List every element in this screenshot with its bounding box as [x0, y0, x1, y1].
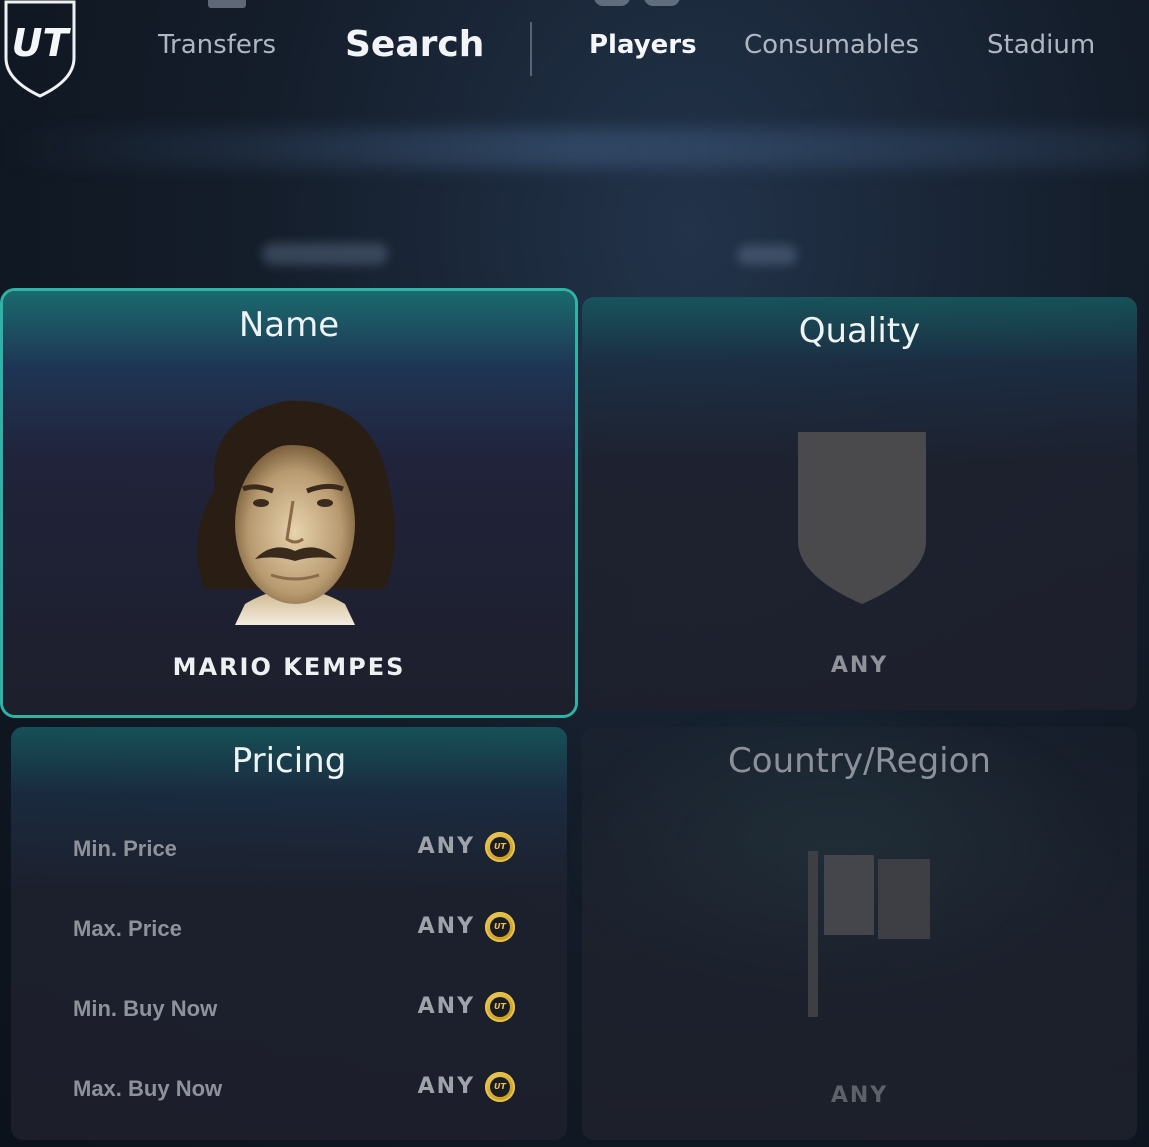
nav-divider	[530, 22, 532, 76]
coin-logo: UT	[490, 1077, 510, 1097]
tab-consumables[interactable]: Consumables	[744, 30, 919, 60]
ut-logo-icon: UT	[4, 0, 76, 98]
pricing-filter-card[interactable]: Pricing Min. Price ANY UT Max. Price ANY…	[11, 727, 567, 1140]
nav-search[interactable]: Search	[345, 24, 484, 65]
background-blur	[737, 245, 797, 265]
coin-logo: UT	[490, 837, 510, 857]
name-filter-card[interactable]: Name MARIO KEMPES	[3, 291, 575, 715]
background-blur	[262, 243, 388, 265]
player-portrait-image	[197, 400, 395, 625]
nav-hint-icon	[208, 0, 246, 8]
max-buy-now-label: Max. Buy Now	[73, 1076, 223, 1101]
max-price-label: Max. Price	[73, 916, 182, 941]
background-band	[0, 128, 1149, 168]
min-price-row[interactable]: Min. Price ANY UT	[11, 830, 567, 870]
min-price-value: ANY	[417, 834, 475, 859]
coin-logo: UT	[490, 917, 510, 937]
quality-filter-card[interactable]: Quality ANY	[582, 297, 1137, 710]
min-buy-now-row[interactable]: Min. Buy Now ANY UT	[11, 990, 567, 1030]
coin-icon: UT	[485, 1072, 515, 1102]
pricing-card-title: Pricing	[231, 741, 347, 781]
coin-icon: UT	[485, 992, 515, 1022]
name-card-title: Name	[238, 305, 340, 345]
nav-transfers[interactable]: Transfers	[158, 30, 276, 60]
controller-button-icon	[594, 0, 680, 6]
country-filter-card[interactable]: Country/Region ANY	[582, 727, 1137, 1140]
tab-players[interactable]: Players	[589, 30, 697, 60]
country-value: ANY	[830, 1083, 889, 1108]
min-buy-now-label: Min. Buy Now	[73, 996, 218, 1021]
flag-icon	[808, 851, 930, 1017]
coin-icon: UT	[485, 912, 515, 942]
min-buy-now-value: ANY	[417, 994, 475, 1019]
quality-value: ANY	[830, 653, 889, 678]
quality-card-title: Quality	[798, 311, 921, 351]
coin-logo: UT	[490, 997, 510, 1017]
max-price-row[interactable]: Max. Price ANY UT	[11, 910, 567, 950]
tab-stadium[interactable]: Stadium	[987, 30, 1095, 60]
shield-icon	[798, 432, 926, 604]
max-buy-now-row[interactable]: Max. Buy Now ANY UT	[11, 1070, 567, 1110]
selected-player-name: MARIO KEMPES	[172, 653, 406, 681]
max-price-value: ANY	[417, 914, 475, 939]
min-price-label: Min. Price	[73, 836, 177, 861]
logo-text: UT	[12, 21, 72, 65]
max-buy-now-value: ANY	[417, 1074, 475, 1099]
country-card-title: Country/Region	[728, 741, 991, 781]
coin-icon: UT	[485, 832, 515, 862]
